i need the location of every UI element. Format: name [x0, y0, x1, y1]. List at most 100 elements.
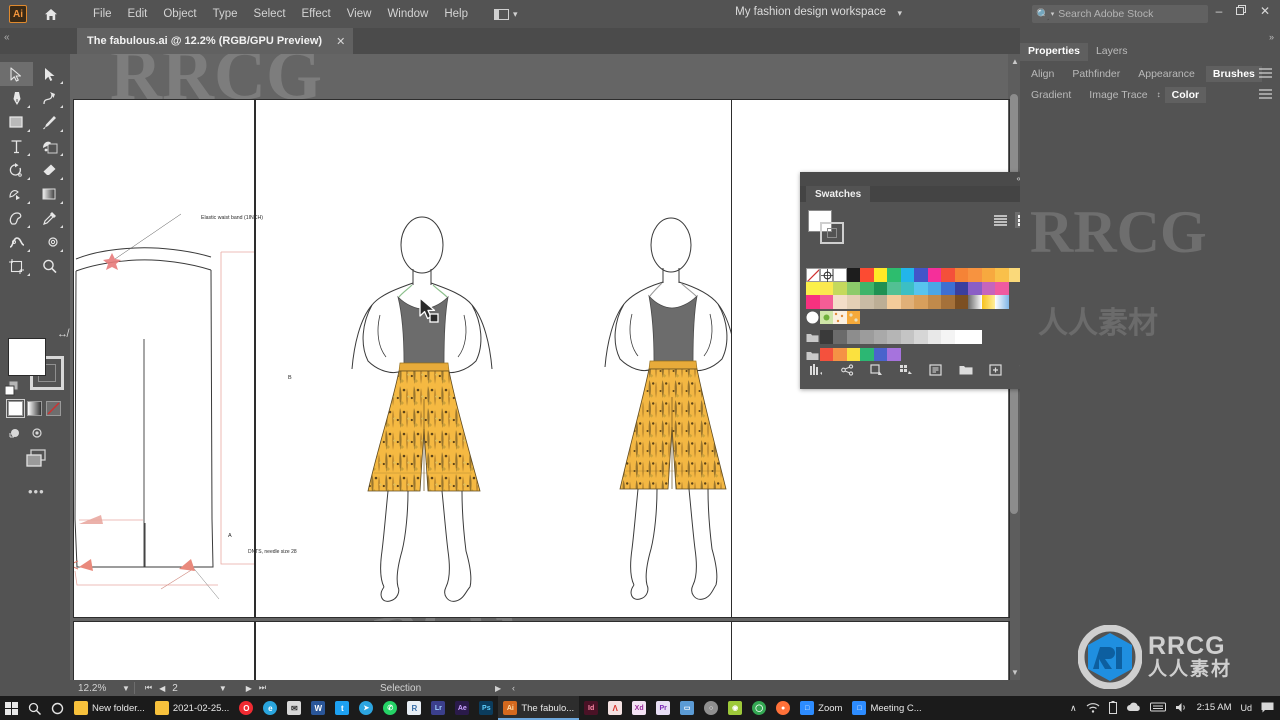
tab-pathfinder[interactable]: Pathfinder	[1065, 66, 1127, 82]
artboard-6[interactable]	[732, 622, 1010, 680]
swatch-color[interactable]	[941, 330, 955, 344]
direct-selection-tool[interactable]	[33, 62, 66, 86]
chevron-down-icon[interactable]: ▾	[897, 8, 902, 19]
fashion-figures[interactable]	[256, 99, 731, 618]
tab-properties[interactable]: Properties	[1020, 43, 1088, 61]
new-swatch-icon[interactable]	[989, 363, 1002, 381]
swatch-color[interactable]	[968, 281, 982, 295]
menu-view[interactable]: View	[339, 4, 380, 24]
scroll-left-icon[interactable]: ‹	[512, 683, 515, 693]
taskbar-item-acrobat[interactable]: Λ	[603, 696, 627, 720]
tab-align[interactable]: Align	[1024, 66, 1061, 82]
swatch-color[interactable]	[873, 330, 887, 344]
show-hidden-icons-icon[interactable]: ∧	[1070, 703, 1077, 714]
swatch-color[interactable]	[968, 330, 982, 344]
menu-effect[interactable]: Effect	[294, 4, 339, 24]
swatch-color[interactable]	[873, 281, 887, 295]
battery-icon[interactable]	[1108, 700, 1117, 716]
next-artboard-icon[interactable]: ▶	[246, 684, 252, 693]
artboard-5[interactable]	[256, 622, 731, 680]
swatch-color[interactable]	[806, 295, 820, 309]
free-transform-tool[interactable]	[0, 182, 33, 206]
workspace-switcher[interactable]: My fashion design workspace	[735, 6, 886, 18]
swatches-title-bar[interactable]: « ✕	[800, 172, 1041, 186]
swatch-color[interactable]	[887, 347, 901, 361]
swatch-color[interactable]	[833, 281, 847, 295]
eyedropper-tool[interactable]	[33, 206, 66, 230]
taskbar-item-file-explorer[interactable]: ▭	[675, 696, 699, 720]
taskbar-item-illustrator[interactable]: Ai The fabulo...	[498, 696, 580, 720]
swatches-panel[interactable]: « ✕ Swatches	[800, 172, 1041, 389]
swatch-color[interactable]	[833, 330, 847, 344]
taskbar-item-new-folder[interactable]: New folder...	[69, 696, 150, 720]
swatch-pattern[interactable]	[819, 310, 833, 324]
swatch-color[interactable]	[887, 268, 901, 282]
taskbar-item-chrome[interactable]: ◯	[747, 696, 771, 720]
window-close-button[interactable]: ✕	[1254, 4, 1276, 18]
none-fill-button[interactable]	[46, 401, 61, 416]
swatch-color[interactable]	[914, 281, 928, 295]
rectangle-tool[interactable]	[0, 110, 33, 134]
list-view-icon[interactable]	[991, 212, 1009, 228]
expand-panels-icon[interactable]: »	[1269, 32, 1274, 42]
gradient-fill-button[interactable]	[27, 401, 42, 416]
swatch-color[interactable]	[995, 268, 1009, 282]
search-adobe-stock-input[interactable]: 🔍 ▾ Search Adobe Stock	[1032, 5, 1208, 23]
zoom-level-input[interactable]: 12.2%	[70, 683, 122, 694]
swatch-color[interactable]	[846, 347, 860, 361]
swatch-color[interactable]	[860, 281, 874, 295]
taskbar-item-edge[interactable]: e	[258, 696, 282, 720]
tab-gradient[interactable]: Gradient	[1024, 87, 1078, 103]
taskbar-item-opera[interactable]: O	[234, 696, 258, 720]
swatch-color[interactable]	[819, 295, 833, 309]
swatch-gradient[interactable]	[981, 295, 995, 309]
swatch-gradient[interactable]	[968, 295, 982, 309]
taskbar-item-indesign[interactable]: Id	[579, 696, 603, 720]
windows-start-icon[interactable]	[0, 696, 23, 720]
swatch-color[interactable]	[900, 281, 914, 295]
new-color-group-icon[interactable]	[959, 363, 973, 381]
swap-fill-stroke-icon[interactable]: ↮	[57, 328, 68, 340]
menu-help[interactable]: Help	[436, 4, 476, 24]
swatch-color[interactable]	[927, 268, 941, 282]
swatch-color[interactable]	[873, 268, 887, 282]
first-artboard-icon[interactable]: ⏮	[145, 683, 152, 693]
tab-appearance[interactable]: Appearance	[1131, 66, 1202, 82]
panel-menu-icon[interactable]	[1259, 86, 1272, 104]
taskbar-item-2021-folder[interactable]: 2021-02-25...	[150, 696, 235, 720]
swatch-color[interactable]	[819, 281, 833, 295]
panel-menu-icon[interactable]	[1259, 65, 1272, 83]
rotate-tool[interactable]	[0, 158, 33, 182]
swatch-color[interactable]	[954, 330, 968, 344]
arrange-documents-icon[interactable]: ▾	[490, 7, 522, 22]
swatch-color[interactable]	[995, 281, 1009, 295]
window-minimize-button[interactable]: –	[1208, 4, 1230, 18]
window-maximize-button[interactable]	[1230, 4, 1252, 18]
swatch-color[interactable]	[927, 281, 941, 295]
swatch-registration[interactable]	[819, 268, 834, 282]
color-group-icon[interactable]	[870, 363, 883, 381]
swatch-libraries-icon[interactable]	[810, 363, 824, 381]
swatch-color[interactable]	[887, 281, 901, 295]
swatch-options-icon[interactable]	[929, 363, 942, 381]
close-icon[interactable]: ✕	[336, 35, 345, 48]
tab-brushes[interactable]: Brushes	[1205, 65, 1262, 82]
taskbar-item-firefox[interactable]: ●	[771, 696, 795, 720]
menu-object[interactable]: Object	[155, 4, 204, 24]
taskbar-item-premiere[interactable]: Pr	[651, 696, 675, 720]
swatch-color[interactable]	[819, 330, 833, 344]
swatch-color[interactable]	[873, 295, 887, 309]
swatch-color[interactable]	[833, 347, 847, 361]
taskbar-item-word[interactable]: W	[306, 696, 330, 720]
pen-tool[interactable]	[0, 86, 33, 110]
swatch-color[interactable]	[900, 268, 914, 282]
menu-window[interactable]: Window	[379, 4, 436, 24]
home-icon[interactable]	[41, 8, 61, 21]
swatch-color[interactable]	[927, 295, 941, 309]
status-menu-icon[interactable]: ▶	[495, 684, 501, 693]
gradient-tool[interactable]	[33, 182, 66, 206]
swatch-white[interactable]	[833, 268, 847, 282]
collapse-toolbar-icon[interactable]: «	[4, 32, 10, 43]
taskbar-item-telegram[interactable]: ➤	[354, 696, 378, 720]
swatch-color[interactable]	[887, 330, 901, 344]
